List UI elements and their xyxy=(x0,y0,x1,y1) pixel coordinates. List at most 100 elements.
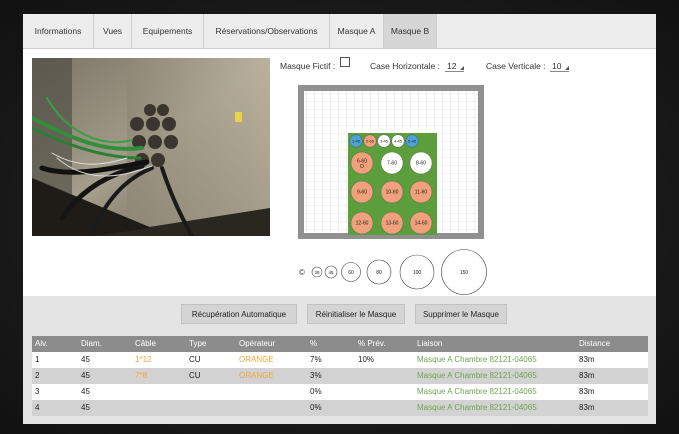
alveole-label: 14-60 xyxy=(415,221,428,227)
table-row[interactable]: 2 45 7*8 CU ORANGE 3% Masque A Chambre 82121-0… xyxy=(32,368,648,384)
tab-informations[interactable]: Informations xyxy=(23,14,94,48)
size-label: 150 xyxy=(460,270,469,276)
tab-reservations-observations[interactable]: Réservations/Observations xyxy=(204,14,330,48)
cell-operateur: ORANGE xyxy=(239,355,274,364)
cell-pct: 7% xyxy=(310,355,322,364)
supprimer-masque-button[interactable]: Supprimer le Masque xyxy=(415,304,507,324)
col-prev: % Prév. xyxy=(358,339,386,348)
alveole-8[interactable]: 8-60 xyxy=(409,151,433,175)
cell-diam: 45 xyxy=(81,387,90,396)
cell-alv: 3 xyxy=(35,387,40,396)
cell-diam: 45 xyxy=(81,355,90,364)
cell-type: CU xyxy=(189,371,201,380)
alveole-1[interactable]: 1-45 xyxy=(349,134,363,148)
col-diam: Diam. xyxy=(81,339,102,348)
chamber-photo xyxy=(32,58,270,236)
masque-fictif-label: Masque Fictif : xyxy=(280,61,336,71)
cell-alv: 4 xyxy=(35,403,40,412)
alveole-9[interactable]: 9-60 xyxy=(350,180,374,204)
cell-prev: 10% xyxy=(358,355,375,364)
copyright-symbol: © xyxy=(299,268,305,277)
alveole-marker: O xyxy=(360,164,364,170)
size-label: 100 xyxy=(413,270,422,276)
cell-cable: 7*8 xyxy=(135,371,148,380)
cell-cable: 1*12 xyxy=(135,355,152,364)
table-row[interactable]: 3 45 0% Masque A Chambre 82121-04065 83m xyxy=(32,384,648,400)
cell-liaison: Masque A Chambre 82121-04065 xyxy=(417,387,537,396)
case-verticale-label: Case Verticale : xyxy=(486,61,546,71)
alveole-label: 11-60 xyxy=(415,190,428,196)
alveole-2[interactable]: 2-60 xyxy=(363,134,377,148)
size-label: 45 xyxy=(328,270,334,275)
masque-fictif-checkbox[interactable] xyxy=(340,57,350,67)
alveole-label: 1-45 xyxy=(352,139,361,144)
tab-masque-b[interactable]: Masque B xyxy=(384,14,437,48)
alveole-12[interactable]: 12-60 xyxy=(350,211,374,235)
case-horizontale-label: Case Horizontale : xyxy=(370,61,440,71)
alveole-13[interactable]: 13-60 xyxy=(380,211,404,235)
alveole-label: 5-45 xyxy=(408,139,417,144)
tab-vues[interactable]: Vues xyxy=(94,14,132,48)
size-28-circle[interactable]: 28 xyxy=(311,266,323,278)
alveole-10[interactable]: 10-60 xyxy=(380,180,404,204)
mask-editor[interactable]: 1-45 2-60 3-45 4-45 5-45 6-60 O 7-60 8-60 9-60 10… xyxy=(298,85,484,239)
alveole-4[interactable]: 4-45 xyxy=(391,134,405,148)
alveole-label: 8-60 xyxy=(416,161,426,167)
reinitialiser-masque-button[interactable]: Réinitialiser le Masque xyxy=(307,304,405,324)
col-distance: Distance xyxy=(579,339,611,348)
size-80-circle[interactable]: 80 xyxy=(366,259,392,285)
cell-distance: 83m xyxy=(579,355,595,364)
size-60-circle[interactable]: 60 xyxy=(341,262,361,282)
alveole-label: 4-45 xyxy=(394,139,403,144)
cell-distance: 83m xyxy=(579,387,595,396)
cell-diam: 45 xyxy=(81,403,90,412)
table-row[interactable]: 1 45 1*12 CU ORANGE 7% 10% Masque A Chambre 821… xyxy=(32,352,648,368)
tube-size-legend: © 28 45 60 80 100 150 xyxy=(297,248,497,298)
case-horizontale-select[interactable]: 12 xyxy=(445,61,465,72)
cell-distance: 83m xyxy=(579,371,595,380)
table-row[interactable]: 4 45 0% Masque A Chambre 82121-04065 83m xyxy=(32,400,648,416)
alveole-label: 2-60 xyxy=(366,139,375,144)
table-header: Alv. Diam. Câble Type Opérateur % % Prév… xyxy=(32,336,648,352)
size-label: 80 xyxy=(376,270,382,276)
col-liaison: Liaison xyxy=(417,339,443,348)
size-100-circle[interactable]: 100 xyxy=(399,254,435,290)
alveole-label: 10-60 xyxy=(386,190,399,196)
col-cable: Câble xyxy=(135,339,156,348)
tab-equipements[interactable]: Equipements xyxy=(132,14,204,48)
case-verticale-select[interactable]: 10 xyxy=(550,61,570,72)
alveole-label: 13-60 xyxy=(386,221,399,227)
tab-bar: Informations Vues Equipements Réservatio… xyxy=(23,14,656,49)
alveole-5[interactable]: 5-45 xyxy=(405,134,419,148)
col-pct: % xyxy=(310,339,318,348)
cell-type: CU xyxy=(189,355,201,364)
tab-masque-a[interactable]: Masque A xyxy=(330,14,384,48)
cell-liaison: Masque A Chambre 82121-04065 xyxy=(417,355,537,364)
cell-pct: 0% xyxy=(310,387,322,396)
cell-distance: 83m xyxy=(579,403,595,412)
alveole-label: 7-60 xyxy=(387,161,397,167)
alveole-14[interactable]: 14-60 xyxy=(409,211,433,235)
cell-pct: 0% xyxy=(310,403,322,412)
size-label: 60 xyxy=(348,270,354,276)
alveole-6[interactable]: 6-60O xyxy=(350,151,374,175)
cell-alv: 2 xyxy=(35,371,40,380)
size-label: 28 xyxy=(314,270,320,275)
alveole-label: 9-60 xyxy=(357,190,367,196)
alveole-11[interactable]: 11-60 xyxy=(409,180,433,204)
alveole-3[interactable]: 3-45 xyxy=(377,134,391,148)
cell-pct: 3% xyxy=(310,371,322,380)
cell-alv: 1 xyxy=(35,355,40,364)
size-45-circle[interactable]: 45 xyxy=(324,265,338,279)
alveole-7[interactable]: 7-60 xyxy=(380,151,404,175)
cell-operateur: ORANGE xyxy=(239,371,274,380)
alveole-label: 3-45 xyxy=(380,139,389,144)
alveole-label: 12-60 xyxy=(356,221,369,227)
col-type: Type xyxy=(189,339,207,348)
app-screen: Informations Vues Equipements Réservatio… xyxy=(23,14,656,424)
cell-liaison: Masque A Chambre 82121-04065 xyxy=(417,371,537,380)
col-alv: Alv. xyxy=(35,339,48,348)
size-150-circle[interactable]: 150 xyxy=(441,249,487,295)
recuperation-automatique-button[interactable]: Récupération Automatique xyxy=(181,304,297,324)
cell-liaison: Masque A Chambre 82121-04065 xyxy=(417,403,537,412)
